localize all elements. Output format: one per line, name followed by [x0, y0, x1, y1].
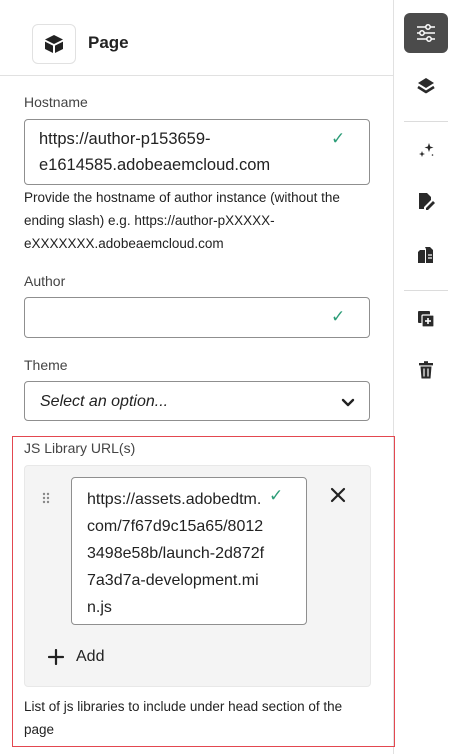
- properties-icon: [417, 24, 435, 42]
- theme-select-placeholder: Select an option...: [40, 393, 169, 410]
- theme-label: Theme: [24, 357, 68, 373]
- edit-document-button[interactable]: [404, 181, 448, 221]
- author-valid-check-icon: ✓: [331, 307, 346, 326]
- js-library-label: JS Library URL(s): [24, 440, 136, 456]
- edit-document-icon: [419, 193, 435, 210]
- hostname-valid-check-icon: ✓: [331, 129, 346, 148]
- js-library-list: https://assets.adobedtm.com/7f67d9c15a65…: [24, 465, 371, 687]
- hostname-field[interactable]: https://author-p153659- e1614585.adobeae…: [24, 119, 370, 185]
- remove-url-button[interactable]: [327, 484, 349, 506]
- add-copy-icon: [418, 311, 435, 328]
- author-label: Author: [24, 273, 66, 289]
- properties-button[interactable]: [404, 13, 448, 53]
- panel-title: Page: [88, 33, 129, 52]
- hostname-help-text: Provide the hostname of author instance …: [24, 190, 340, 251]
- plus-icon: [48, 649, 64, 665]
- url-valid-check-icon: ✓: [269, 486, 284, 505]
- author-field[interactable]: ✓: [24, 297, 370, 338]
- close-icon: [330, 487, 346, 503]
- delete-button[interactable]: [404, 350, 448, 390]
- panel-header: Page: [0, 0, 393, 76]
- magic-wand-icon: [419, 143, 434, 157]
- right-toolbar-rail: [395, 0, 462, 754]
- properties-panel: Page Hostname https://author-p153659- e1…: [0, 0, 395, 754]
- drag-handle-icon[interactable]: [42, 491, 50, 509]
- page-type-icon-box: [32, 24, 76, 64]
- hostname-value: https://author-p153659- e1614585.adobeae…: [39, 130, 271, 174]
- page-cube-icon: [45, 35, 63, 53]
- theme-select[interactable]: Select an option...: [24, 381, 370, 421]
- js-library-section: JS Library URL(s) https://assets.adobedt…: [12, 436, 395, 747]
- add-url-button[interactable]: Add: [48, 644, 104, 670]
- layers-button[interactable]: [404, 66, 448, 106]
- rail-divider: [404, 290, 448, 291]
- js-library-help-text: List of js libraries to include under he…: [24, 699, 343, 737]
- files-button[interactable]: [404, 235, 448, 275]
- layers-icon: [417, 78, 435, 94]
- magic-wand-button[interactable]: [404, 130, 448, 170]
- delete-icon: [419, 361, 433, 379]
- hostname-label: Hostname: [24, 94, 88, 110]
- add-copy-button[interactable]: [404, 299, 448, 339]
- js-library-url-value: https://assets.adobedtm.com/7f67d9c15a65…: [87, 491, 265, 616]
- chevron-down-icon: [341, 395, 355, 413]
- js-library-url-field[interactable]: https://assets.adobedtm.com/7f67d9c15a65…: [71, 477, 307, 625]
- files-icon: [418, 247, 433, 263]
- add-url-label: Add: [76, 648, 105, 665]
- rail-divider: [404, 121, 448, 122]
